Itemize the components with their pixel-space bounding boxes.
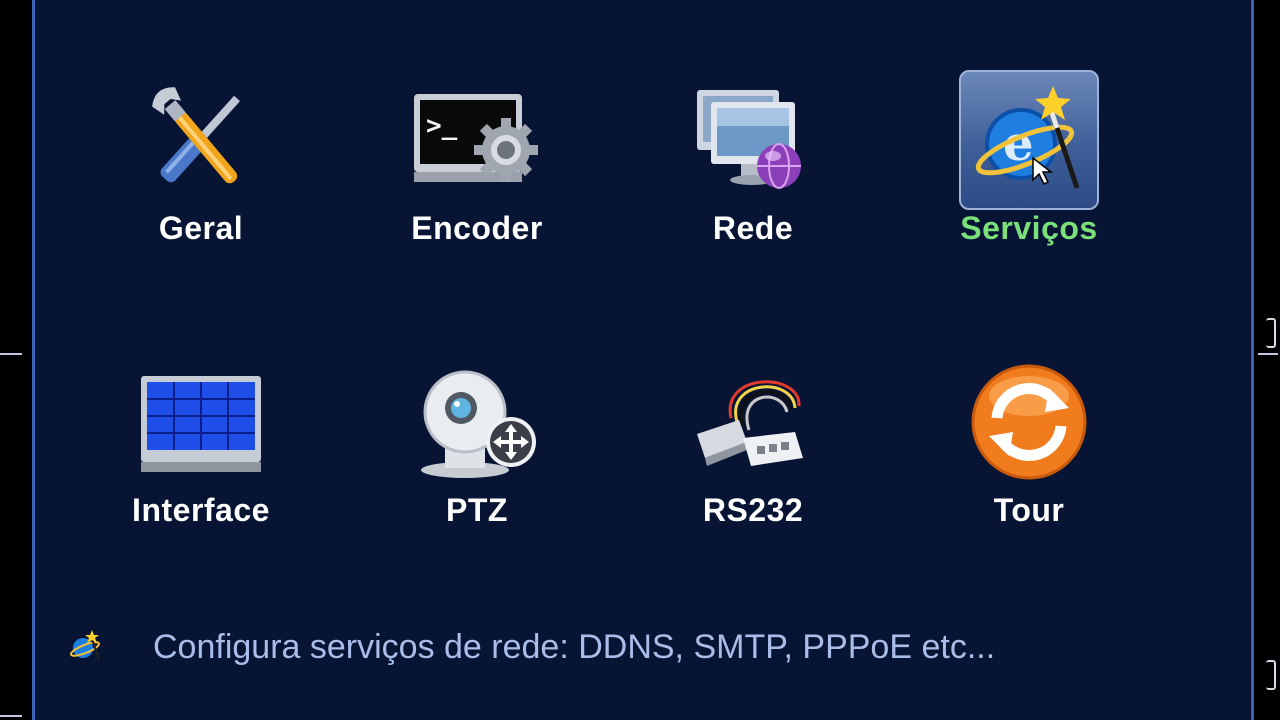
frame-marker [0, 353, 22, 355]
menu-item-label: Interface [132, 492, 270, 528]
menu-item-label: RS232 [702, 492, 804, 528]
refresh-cycle-icon [959, 352, 1099, 492]
menu-item-label: Geral [158, 210, 244, 246]
status-bar: Configura serviços de rede: DDNS, SMTP, … [69, 622, 1219, 672]
menu-item-label: PTZ [446, 492, 508, 528]
display-grid-icon [131, 352, 271, 492]
menu-item-label: Tour [993, 492, 1065, 528]
frame-notch [1266, 318, 1276, 348]
svg-text:>_: >_ [426, 111, 458, 141]
left-frame-strip [0, 0, 32, 720]
terminal-gear-icon: >_ [407, 70, 547, 210]
menu-item-ptz[interactable]: PTZ [357, 352, 597, 542]
menu-item-tour[interactable]: Tour [909, 352, 1149, 542]
internet-wand-icon: e [959, 70, 1099, 210]
status-description: Configura serviços de rede: DDNS, SMTP, … [153, 627, 996, 666]
menu-item-label: Encoder [411, 210, 543, 246]
internet-wand-icon [69, 628, 103, 667]
frame-notch [1266, 660, 1276, 690]
menu-item-geral[interactable]: Geral [81, 70, 321, 260]
menu-item-servicos[interactable]: e Serviços [909, 70, 1149, 260]
frame-marker [1258, 353, 1278, 355]
ptz-camera-icon [407, 352, 547, 492]
menu-item-interface[interactable]: Interface [81, 352, 321, 542]
settings-menu-panel: Geral >_ Encoder Rede e Serviços Interfa… [32, 0, 1254, 720]
serial-cable-icon [683, 352, 823, 492]
frame-marker [0, 715, 22, 717]
network-monitors-icon [683, 70, 823, 210]
menu-item-encoder[interactable]: >_ Encoder [357, 70, 597, 260]
menu-item-label: Rede [712, 210, 794, 246]
menu-item-rs232[interactable]: RS232 [633, 352, 873, 542]
right-frame-strip [1256, 0, 1280, 720]
menu-item-rede[interactable]: Rede [633, 70, 873, 260]
tools-icon [131, 70, 271, 210]
menu-item-label: Serviços [960, 210, 1098, 246]
